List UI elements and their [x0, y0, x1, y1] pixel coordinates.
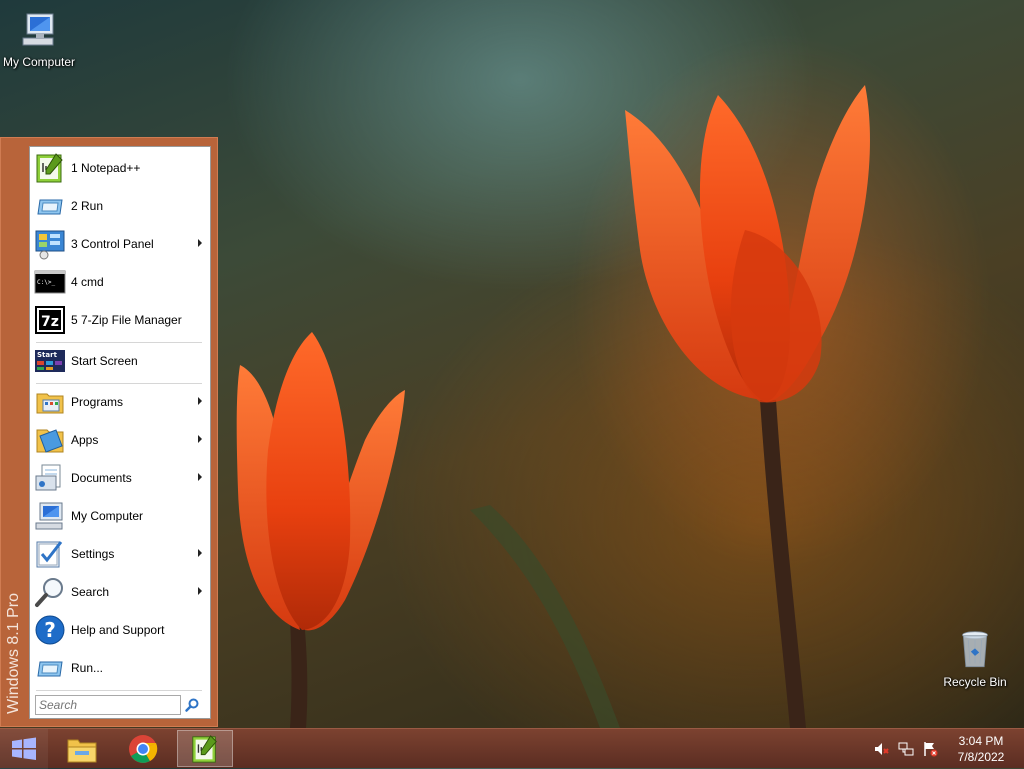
start-button[interactable] — [0, 729, 48, 769]
menu-item-help[interactable]: ? Help and Support — [34, 612, 206, 648]
submenu-arrow-icon — [198, 397, 202, 405]
desktop-icon-my-computer[interactable]: My Computer — [0, 10, 81, 69]
start-search-input[interactable] — [39, 697, 177, 713]
menu-item-run[interactable]: Run... — [34, 650, 206, 686]
search-icon — [35, 578, 63, 607]
programs-icon — [36, 393, 64, 414]
menu-item-notepadpp[interactable]: 1 Notepad++ — [34, 150, 206, 186]
menu-item-cmd[interactable]: C:\>_ 4 cmd — [34, 264, 206, 300]
menu-item-label: Documents — [71, 471, 132, 485]
submenu-arrow-icon — [198, 239, 202, 247]
svg-text:C:\>_: C:\>_ — [37, 279, 55, 286]
menu-item-label: Settings — [71, 547, 115, 561]
my-computer-icon — [35, 502, 63, 530]
menu-item-programs[interactable]: Programs — [34, 384, 206, 420]
system-clock[interactable]: 3:04 PM 7/8/2022 — [940, 733, 1022, 765]
menu-item-label: 3 Control Panel — [71, 237, 154, 251]
menu-item-label: 4 cmd — [71, 275, 104, 289]
small-tulip — [236, 332, 405, 631]
menu-item-apps[interactable]: Apps — [34, 422, 206, 458]
menu-separator — [36, 690, 202, 691]
my-computer-icon — [22, 13, 54, 46]
start-menu-list: 1 Notepad++ 2 Run 3 Control Panel C:\>_ … — [29, 146, 211, 719]
menu-item-my-computer[interactable]: My Computer — [34, 498, 206, 534]
search-button-icon[interactable] — [184, 697, 200, 713]
menu-item-label: Search — [71, 585, 110, 599]
chrome-icon — [129, 734, 158, 763]
desktop-icon-label: My Computer — [2, 55, 76, 69]
menu-item-search[interactable]: Search — [34, 574, 206, 610]
menu-item-label: Apps — [71, 433, 99, 447]
desktop-icon-label: Recycle Bin — [943, 675, 1007, 689]
notepadpp-icon — [192, 734, 217, 763]
svg-text:Start: Start — [37, 351, 58, 359]
action-center-icon[interactable] — [922, 741, 938, 757]
speaker-muted-icon[interactable] — [873, 741, 889, 757]
menu-item-label: Help and Support — [71, 623, 165, 637]
control-panel-icon — [35, 230, 65, 260]
taskbar-button-file-explorer[interactable] — [54, 730, 110, 767]
notepadpp-icon — [36, 153, 63, 183]
submenu-arrow-icon — [198, 435, 202, 443]
start-screen-icon: Start — [35, 350, 65, 372]
submenu-arrow-icon — [198, 473, 202, 481]
documents-icon — [35, 464, 61, 491]
menu-item-label: 1 Notepad++ — [71, 161, 141, 175]
run-icon — [37, 661, 63, 677]
run-icon — [37, 199, 63, 215]
submenu-arrow-icon — [198, 549, 202, 557]
recycle-bin-icon — [962, 631, 988, 668]
settings-icon — [36, 541, 63, 568]
taskbar: 3:04 PM 7/8/2022 — [0, 728, 1024, 769]
start-menu: Windows 8.1 Pro 1 Notepad++ 2 Run 3 Cont… — [0, 137, 218, 727]
menu-item-control-panel[interactable]: 3 Control Panel — [34, 226, 206, 262]
menu-item-label: Start Screen — [71, 354, 138, 368]
help-icon: ? — [35, 615, 65, 645]
taskbar-button-notepadpp[interactable] — [177, 730, 233, 767]
large-tulip — [625, 85, 870, 403]
network-icon[interactable] — [898, 741, 914, 757]
menu-item-label: 5 7-Zip File Manager — [71, 313, 182, 327]
desktop-icon-recycle-bin[interactable]: Recycle Bin — [933, 630, 1017, 689]
svg-text:7z: 7z — [41, 314, 59, 330]
clock-time: 3:04 PM — [958, 734, 1004, 748]
seven-zip-icon: 7z — [35, 306, 65, 334]
menu-item-run-recent[interactable]: 2 Run — [34, 188, 206, 224]
start-search-box[interactable] — [35, 695, 181, 715]
clock-date: 7/8/2022 — [957, 750, 1005, 764]
menu-item-settings[interactable]: Settings — [34, 536, 206, 572]
menu-item-label: My Computer — [71, 509, 144, 523]
start-menu-banner: Windows 8.1 Pro — [1, 138, 29, 726]
menu-item-start-screen[interactable]: Start Start Screen — [34, 343, 206, 379]
cmd-icon: C:\>_ — [34, 270, 66, 294]
menu-item-documents[interactable]: Documents — [34, 460, 206, 496]
menu-item-label: 2 Run — [71, 199, 104, 213]
os-edition-label: Windows 8.1 Pro — [5, 593, 22, 714]
menu-item-label: Run... — [71, 661, 104, 675]
apps-icon — [36, 429, 64, 453]
svg-text:?: ? — [44, 618, 56, 642]
menu-item-label: Programs — [71, 395, 124, 409]
submenu-arrow-icon — [198, 587, 202, 595]
taskbar-button-chrome[interactable] — [115, 730, 171, 767]
file-explorer-icon — [67, 739, 97, 762]
menu-item-7zip[interactable]: 7z 5 7-Zip File Manager — [34, 302, 206, 338]
